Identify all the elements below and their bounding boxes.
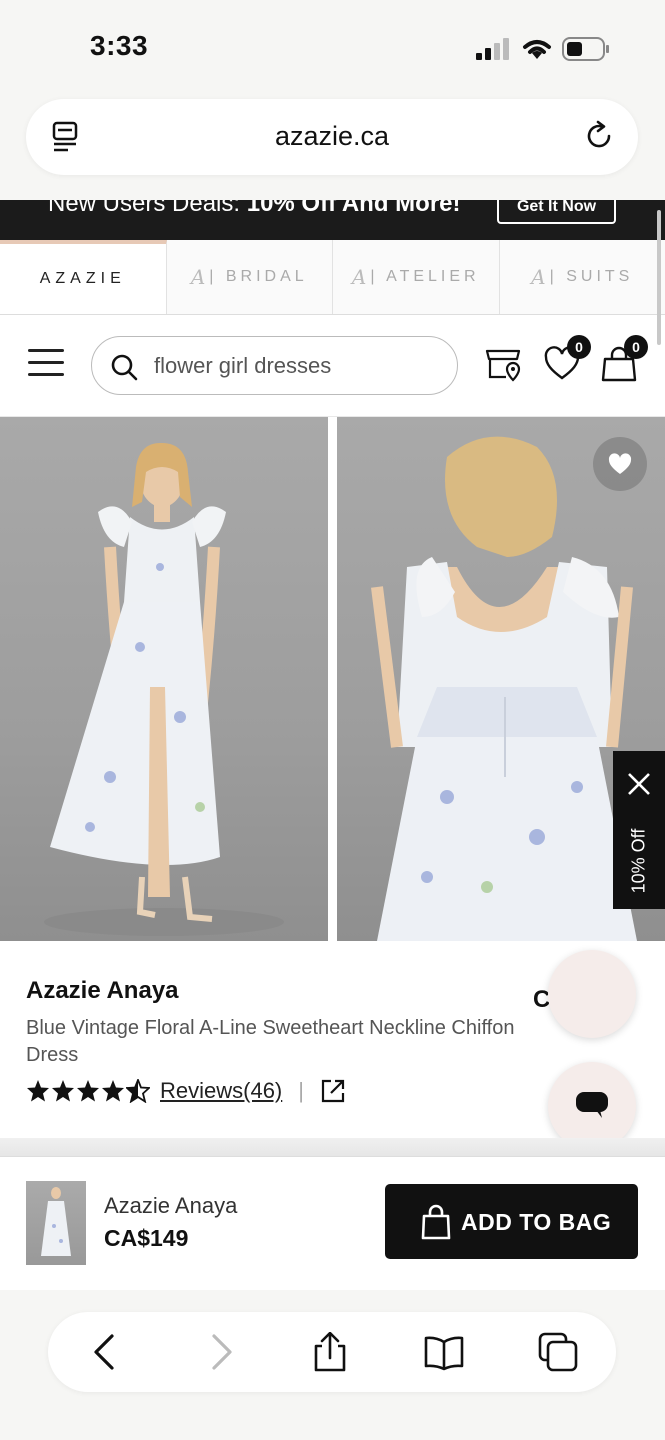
product-rating: Reviews(46) |: [26, 1078, 346, 1104]
discount-side-tab[interactable]: 10% Off: [613, 751, 665, 909]
azazie-monogram-icon: A: [351, 265, 367, 289]
url-domain[interactable]: azazie.ca: [26, 121, 638, 152]
tab-label: | ATELIER: [370, 268, 480, 285]
store-locator-icon[interactable]: [484, 345, 522, 383]
star-icon: [77, 1080, 99, 1102]
share-external-icon[interactable]: [320, 1078, 346, 1104]
star-icon: [27, 1080, 49, 1102]
heart-icon: [608, 453, 632, 474]
chat-button[interactable]: [548, 1062, 636, 1150]
sticky-product-price: CA$149: [104, 1225, 189, 1251]
cart-button[interactable]: 0: [600, 335, 648, 383]
promo-text-prefix: New Users Deals:: [48, 200, 247, 217]
discount-label: 10% Off: [628, 828, 649, 894]
forward-icon[interactable]: [200, 1332, 240, 1372]
half-star-icon: [126, 1079, 150, 1103]
back-icon[interactable]: [86, 1332, 126, 1372]
section-divider: [0, 1138, 665, 1156]
share-icon[interactable]: [310, 1332, 350, 1372]
tab-label: | BRIDAL: [209, 268, 308, 285]
status-time: 3:33: [90, 30, 149, 61]
add-to-bag-label: ADD TO BAG: [461, 1209, 612, 1235]
add-to-bag-button[interactable]: ADD TO BAG: [385, 1184, 638, 1259]
tab-atelier[interactable]: A | ATELIER: [333, 240, 500, 314]
wishlist-button[interactable]: 0: [543, 335, 591, 383]
star-icon: [102, 1080, 124, 1102]
sticky-add-to-bag-bar: Azazie Anaya CA$149 ADD TO BAG: [0, 1156, 665, 1290]
cellular-signal-icon: [476, 38, 509, 60]
product-gallery[interactable]: [0, 417, 665, 941]
close-icon[interactable]: [626, 771, 652, 797]
promo-text: New Users Deals: 10% Off And More!: [48, 200, 461, 218]
product-brand: Azazie Anaya: [26, 977, 179, 1004]
tab-label: | SUITS: [549, 268, 634, 285]
floating-coupon-button[interactable]: [548, 950, 636, 1038]
get-it-now-button[interactable]: Get It Now: [497, 200, 616, 224]
promo-text-bold: 10% Off And More!: [246, 200, 461, 217]
product-thumbnail: [26, 1181, 86, 1265]
promo-banner[interactable]: New Users Deals: 10% Off And More! Get I…: [0, 200, 665, 240]
chat-bubble-icon: [576, 1092, 608, 1118]
product-photo-front[interactable]: [0, 417, 328, 941]
reviews-link[interactable]: Reviews(46): [160, 1078, 282, 1104]
dress-front-image: [44, 442, 284, 936]
tab-label: AZAZIE: [39, 270, 126, 287]
favorite-button[interactable]: [593, 437, 647, 491]
azazie-monogram-icon: A: [190, 265, 206, 289]
browser-toolbar: [48, 1312, 616, 1392]
wifi-icon: [523, 40, 551, 59]
tab-suits[interactable]: A | SUITS: [499, 240, 665, 314]
azazie-monogram-icon: A: [531, 265, 546, 289]
cart-count-badge: 0: [624, 335, 648, 359]
shopping-bag-icon: [421, 1204, 451, 1240]
search-bar[interactable]: [91, 336, 458, 395]
status-bar: 3:33: [0, 0, 665, 96]
tab-bridal[interactable]: A | BRIDAL: [166, 240, 333, 314]
reload-icon[interactable]: [582, 119, 616, 153]
address-bar[interactable]: azazie.ca: [26, 99, 638, 175]
hamburger-menu-icon[interactable]: [28, 349, 64, 379]
site-header: 0 0: [0, 315, 665, 417]
product-title: Blue Vintage Floral A-Line Sweetheart Ne…: [26, 1017, 515, 1066]
tabs-icon[interactable]: [538, 1332, 578, 1372]
sticky-product-name: Azazie Anaya: [104, 1193, 238, 1218]
star-rating: [26, 1079, 150, 1103]
wishlist-count-badge: 0: [567, 335, 591, 359]
bookmarks-icon[interactable]: [424, 1332, 464, 1372]
star-icon: [52, 1080, 74, 1102]
brand-tabs: AZAZIE A | BRIDAL A | ATELIER A | SUITS: [0, 240, 665, 315]
battery-icon: [562, 37, 609, 61]
search-input[interactable]: [154, 349, 444, 383]
tab-azazie[interactable]: AZAZIE: [0, 240, 167, 314]
search-icon[interactable]: [110, 353, 138, 381]
separator: |: [298, 1078, 304, 1103]
